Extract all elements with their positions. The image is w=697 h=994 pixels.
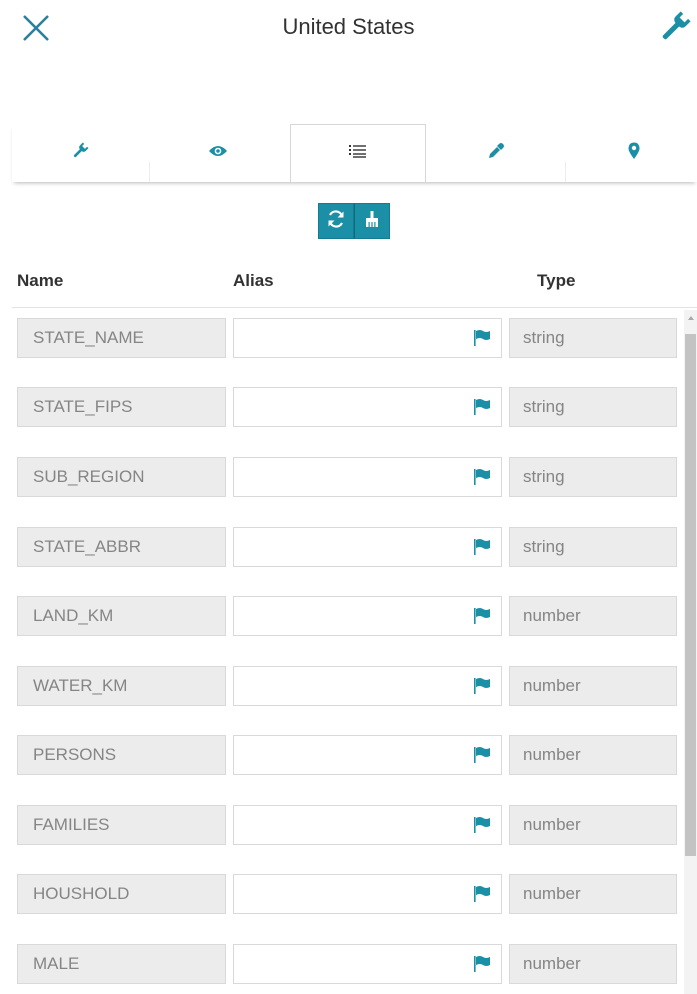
flag-icon[interactable]	[471, 885, 493, 903]
field-actions	[318, 203, 390, 239]
alias-field	[233, 805, 502, 846]
field-name: STATE_ABBR	[17, 527, 226, 567]
flag-icon[interactable]	[471, 398, 493, 416]
clear-aliases-button[interactable]	[354, 203, 390, 239]
field-type: string	[509, 527, 677, 567]
eye-icon	[208, 144, 228, 163]
page-title: United States	[282, 14, 415, 39]
column-header-name: Name	[17, 271, 64, 290]
alias-field	[233, 596, 502, 637]
field-row: STATE_ABBR string	[0, 527, 680, 568]
eyedropper-icon	[487, 142, 505, 165]
broom-icon	[363, 210, 381, 233]
refresh-icon	[326, 209, 346, 234]
alias-input[interactable]	[234, 945, 466, 985]
alias-input[interactable]	[234, 388, 466, 428]
alias-field	[233, 735, 502, 776]
alias-input[interactable]	[234, 736, 466, 776]
field-type: number	[509, 874, 677, 914]
alias-input[interactable]	[234, 528, 466, 568]
field-type: number	[509, 735, 677, 775]
header: United States	[0, 0, 697, 56]
alias-input[interactable]	[234, 875, 466, 915]
field-type: number	[509, 944, 677, 984]
field-name: SUB_REGION	[17, 457, 226, 497]
field-list: STATE_NAME string STATE_FIPS string SUB_…	[0, 308, 697, 994]
wrench-icon[interactable]	[656, 8, 694, 46]
field-type: string	[509, 318, 677, 358]
field-type: string	[509, 387, 677, 427]
field-name: STATE_FIPS	[17, 387, 226, 427]
flag-icon[interactable]	[471, 468, 493, 486]
field-type: string	[509, 457, 677, 497]
alias-input[interactable]	[234, 319, 466, 359]
field-row: HOUSHOLD number	[0, 874, 680, 915]
field-row: WATER_KM number	[0, 666, 680, 707]
field-row: MALE number	[0, 944, 680, 985]
wrench-icon	[71, 142, 89, 165]
field-type: number	[509, 596, 677, 636]
flag-icon[interactable]	[471, 538, 493, 556]
alias-input[interactable]	[234, 458, 466, 498]
field-row: LAND_KM number	[0, 596, 680, 637]
alias-input[interactable]	[234, 597, 466, 637]
field-type: number	[509, 805, 677, 845]
column-header-type: Type	[537, 271, 576, 290]
tab-location[interactable]	[566, 124, 697, 182]
field-row: PERSONS number	[0, 735, 680, 776]
alias-field	[233, 944, 502, 985]
alias-input[interactable]	[234, 667, 466, 707]
field-name: PERSONS	[17, 735, 226, 775]
alias-field	[233, 527, 502, 568]
flag-icon[interactable]	[471, 746, 493, 764]
scrollbar-thumb[interactable]	[685, 334, 696, 856]
field-row: STATE_FIPS string	[0, 387, 680, 428]
field-row: SUB_REGION string	[0, 457, 680, 498]
field-name: MALE	[17, 944, 226, 984]
column-header-alias: Alias	[233, 271, 274, 290]
list-icon	[349, 144, 367, 163]
field-row: STATE_NAME string	[0, 318, 680, 359]
field-name: FAMILIES	[17, 805, 226, 845]
field-name: STATE_NAME	[17, 318, 226, 358]
tab-bar	[12, 124, 697, 182]
flag-icon[interactable]	[471, 955, 493, 973]
alias-field	[233, 874, 502, 915]
refresh-button[interactable]	[318, 203, 354, 239]
map-marker-icon	[628, 142, 640, 165]
flag-icon[interactable]	[471, 607, 493, 625]
tab-visibility[interactable]	[150, 124, 286, 182]
tab-color[interactable]	[428, 124, 564, 182]
alias-field	[233, 387, 502, 428]
scrollbar[interactable]	[684, 310, 697, 994]
alias-input[interactable]	[234, 806, 466, 846]
tab-fields[interactable]	[290, 124, 426, 182]
field-name: HOUSHOLD	[17, 874, 226, 914]
field-name: LAND_KM	[17, 596, 226, 636]
scroll-up-arrow-icon[interactable]	[684, 310, 697, 326]
field-name: WATER_KM	[17, 666, 226, 706]
flag-icon[interactable]	[471, 677, 493, 695]
alias-field	[233, 666, 502, 707]
alias-field	[233, 457, 502, 498]
tab-settings[interactable]	[12, 124, 148, 182]
field-row: FAMILIES number	[0, 805, 680, 846]
alias-field	[233, 318, 502, 359]
field-type: number	[509, 666, 677, 706]
flag-icon[interactable]	[471, 329, 493, 347]
flag-icon[interactable]	[471, 816, 493, 834]
